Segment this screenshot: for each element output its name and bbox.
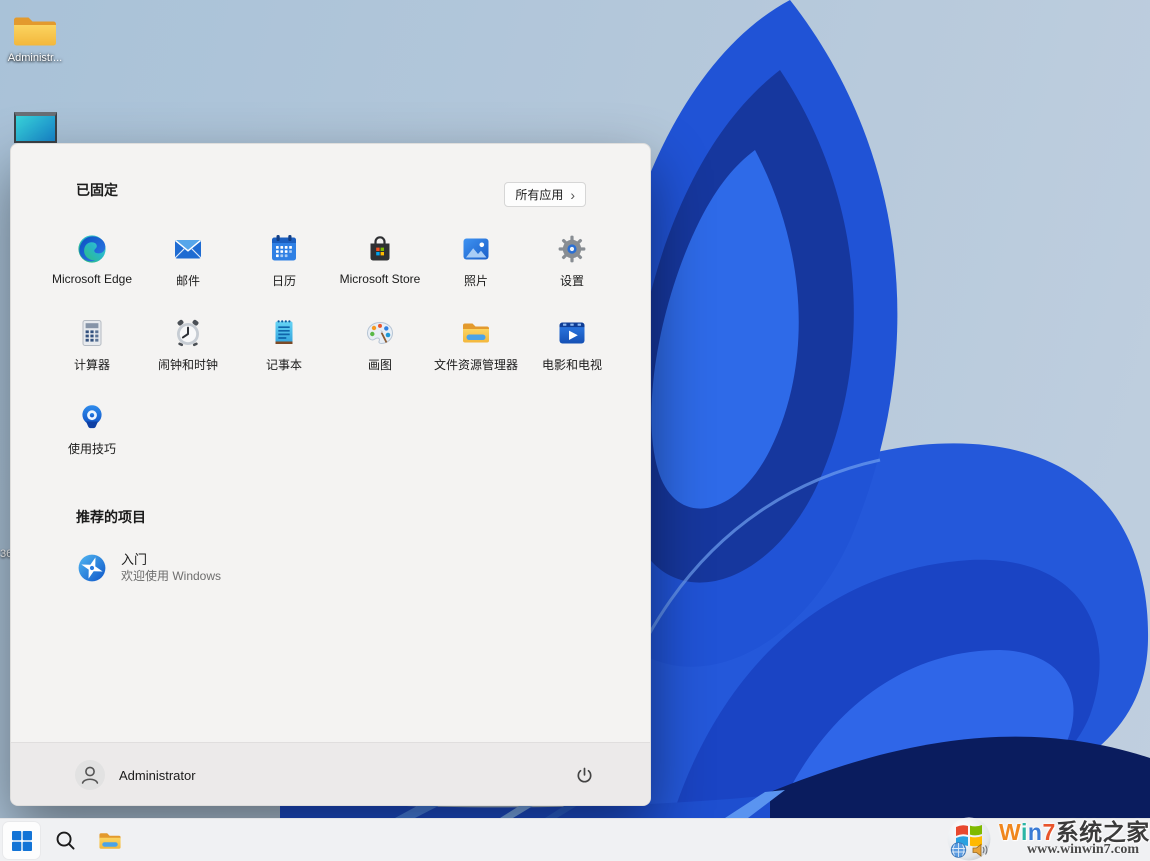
app-tile-label: 计算器 [74,356,110,373]
pinned-row-2: 计算器 闹钟和时钟 记事本 画图 [44,313,620,385]
store-icon [364,233,396,265]
lightbulb-icon [76,401,108,433]
user-account-button[interactable]: Administrator [69,754,206,796]
avatar [75,760,105,790]
search-button[interactable] [47,822,84,859]
pinned-row-1: Microsoft Edge 邮件 日历 Microsoft Store [44,229,620,301]
start-menu-user-bar: Administrator [11,742,650,806]
app-tile-alarms[interactable]: 闹钟和时钟 [140,313,236,385]
app-tile-label: Microsoft Store [340,272,421,286]
get-started-icon [76,552,108,584]
app-tile-label: 记事本 [266,356,302,373]
app-tile-calculator[interactable]: 计算器 [44,313,140,385]
chevron-right-icon: › [570,188,575,202]
recommended-header: 推荐的项目 [76,507,146,527]
app-tile-label: 邮件 [176,272,200,289]
alarm-clock-icon [172,317,204,349]
gear-icon [556,233,588,265]
all-apps-label: 所有应用 [515,186,563,203]
pinned-header: 已固定 [76,180,118,200]
power-icon [575,766,594,785]
desktop-icon-administrator[interactable]: Administr... [2,12,68,64]
start-menu: 已固定 所有应用 › Microsoft Edge 邮件 [10,143,651,806]
calendar-icon [268,233,300,265]
all-apps-button[interactable]: 所有应用 › [504,182,586,207]
app-tile-label: 电影和电视 [542,356,602,373]
search-icon [54,829,77,852]
file-explorer-icon [460,317,492,349]
app-tile-store[interactable]: Microsoft Store [332,229,428,301]
app-tile-notepad[interactable]: 记事本 [236,313,332,385]
app-tile-mail[interactable]: 邮件 [140,229,236,301]
desktop-icon-label: Administr... [8,52,62,64]
app-tile-label: 照片 [464,272,488,289]
app-tile-settings[interactable]: 设置 [524,229,620,301]
app-tile-label: 画图 [368,356,392,373]
movies-tv-icon [556,317,588,349]
notepad-icon [268,317,300,349]
taskbar: 英 0:44 2020/7/15 [0,818,1150,861]
photos-icon [460,233,492,265]
app-tile-photos[interactable]: 照片 [428,229,524,301]
recommended-item-text: 入门 欢迎使用 Windows [121,552,221,584]
mail-icon [172,233,204,265]
app-tile-paint[interactable]: 画图 [332,313,428,385]
app-tile-label: 使用技巧 [68,440,116,457]
start-button[interactable] [3,822,40,859]
app-tile-label: 文件资源管理器 [434,356,518,373]
recommended-item-title: 入门 [121,552,221,568]
pinned-row-3: 使用技巧 [44,397,140,469]
file-explorer-icon [97,828,123,854]
calculator-icon [76,317,108,349]
desktop: Administr... 36 已固定 所有应用 › Microsoft Edg… [0,0,1150,861]
app-tile-label: Microsoft Edge [52,272,132,286]
file-explorer-button[interactable] [91,822,128,859]
recommended-item-subtitle: 欢迎使用 Windows [121,568,221,584]
app-tile-explorer[interactable]: 文件资源管理器 [428,313,524,385]
app-tile-label: 日历 [272,272,296,289]
app-tile-calendar[interactable]: 日历 [236,229,332,301]
app-tile-tips[interactable]: 使用技巧 [44,397,140,469]
power-button[interactable] [565,756,603,794]
windows-logo-icon [12,831,32,851]
app-tile-label: 设置 [560,272,584,289]
app-tile-edge[interactable]: Microsoft Edge [44,229,140,301]
desktop-icon-monitor[interactable] [14,112,57,143]
user-name: Administrator [119,768,196,783]
paint-icon [364,317,396,349]
edge-icon [76,233,108,265]
app-tile-label: 闹钟和时钟 [158,356,218,373]
app-tile-movies[interactable]: 电影和电视 [524,313,620,385]
folder-icon [12,12,58,50]
recommended-item-get-started[interactable]: 入门 欢迎使用 Windows [69,545,403,591]
